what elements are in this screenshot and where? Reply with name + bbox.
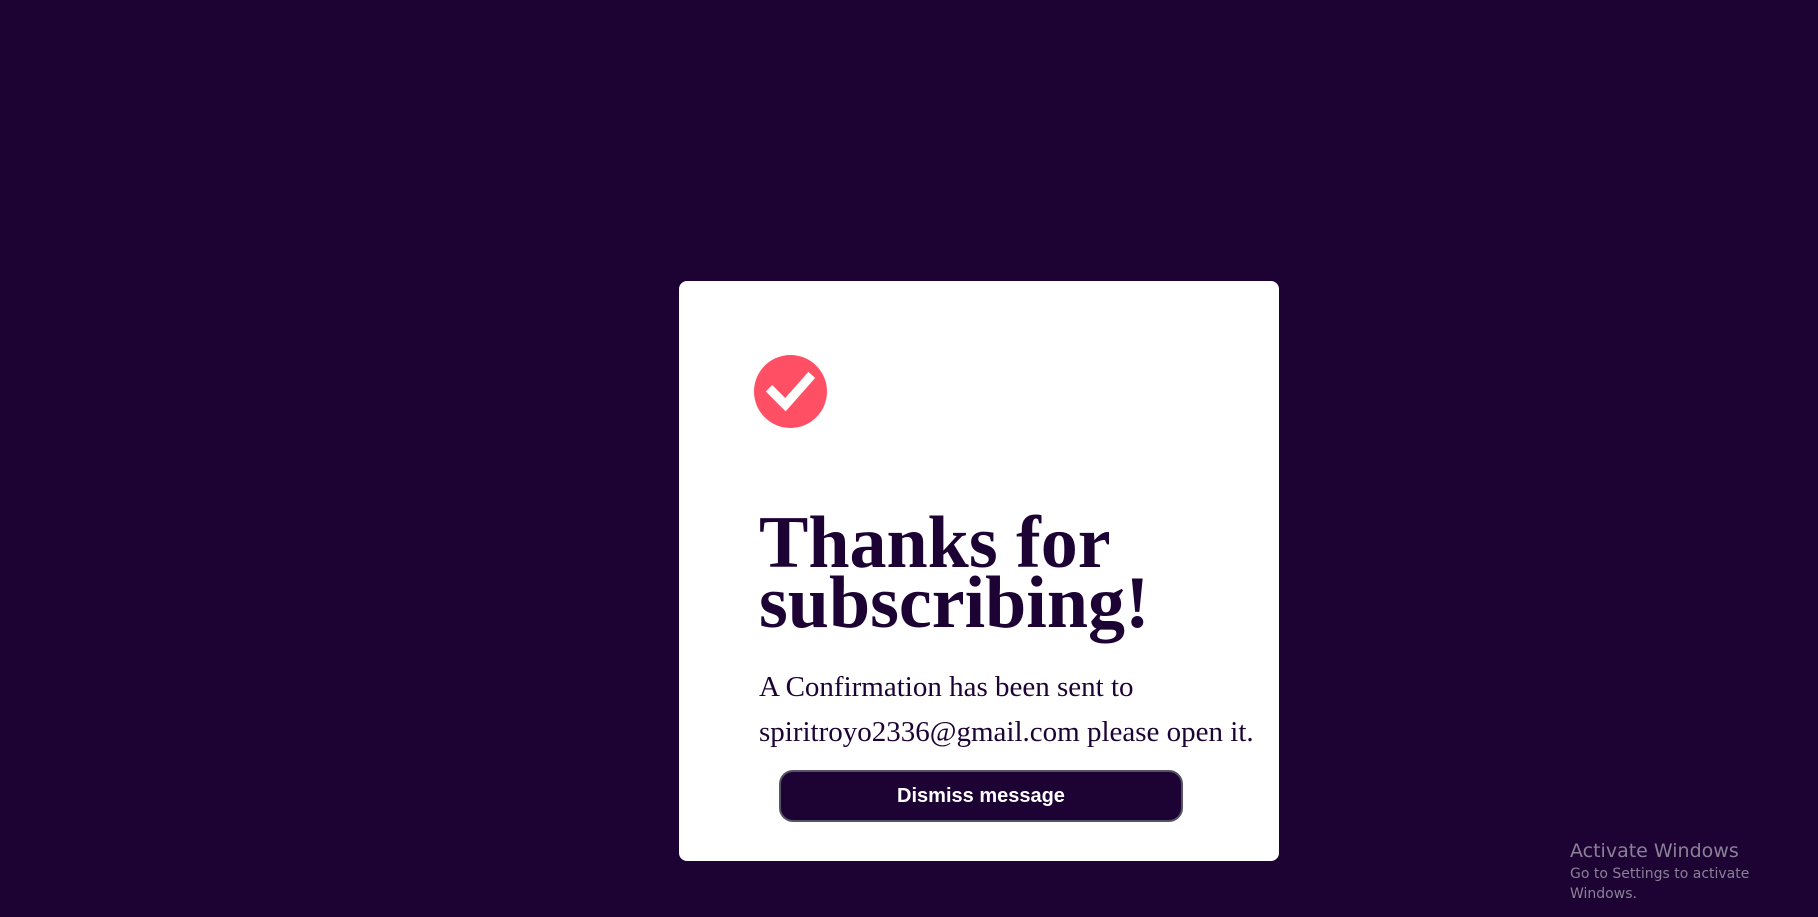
dismiss-button[interactable]: Dismiss message [779,770,1183,822]
success-title: Thanks for subscribing! [759,502,1150,644]
watermark-subtitle: Go to Settings to activate Windows. [1570,866,1750,902]
watermark-title: Activate Windows [1570,840,1739,862]
confirmation-message: A Confirmation has been sent to spiritro… [759,665,1279,755]
success-card: Thanks for subscribing! A Confirmation h… [679,281,1279,861]
message-suffix: please open it. [1079,716,1254,748]
message-text: A Confirmation has been sent to [759,671,1134,703]
email-address: spiritroyo2336@gmail.com [759,716,1080,748]
check-circle-icon [754,355,827,428]
activate-windows-watermark: Activate Windows Go to Settings to activ… [1570,838,1818,904]
